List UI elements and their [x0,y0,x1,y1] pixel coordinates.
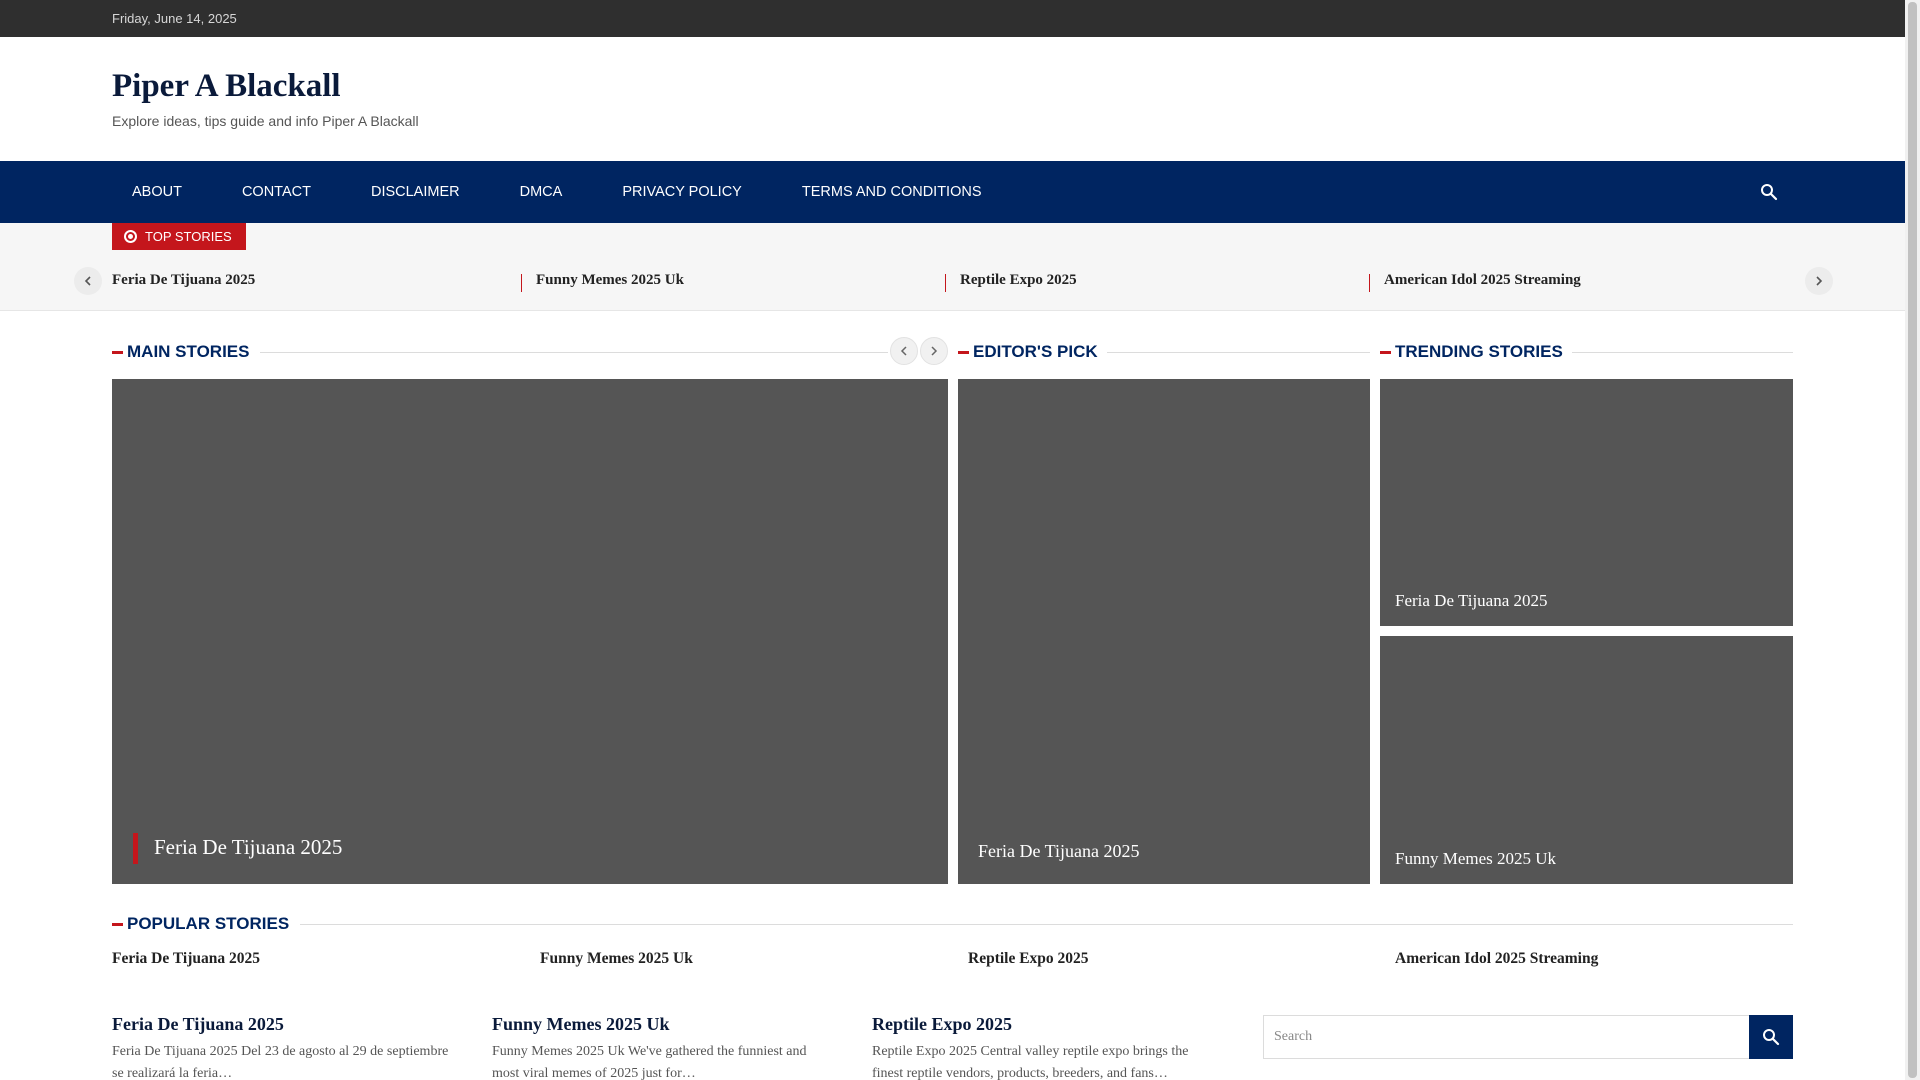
chevron-left-icon [900,346,907,356]
section-divider [1107,352,1370,353]
trending-title[interactable]: Feria De Tijuana 2025 [1395,591,1548,611]
editors-pick-card[interactable]: Feria De Tijuana 2025 [958,379,1370,884]
ticker-item[interactable]: Reptile Expo 2025 [960,272,1077,289]
search-submit-button[interactable] [1749,1015,1793,1059]
chevron-left-icon [84,276,91,286]
main-stories-prev-button[interactable] [890,337,918,365]
nav-item-contact[interactable]: CONTACT [242,184,311,200]
nav-item-privacy-policy[interactable]: PRIVACY POLICY [622,184,742,200]
radio-icon [124,230,137,243]
site-branding: Piper A Blackall Explore ideas, tips gui… [112,68,419,129]
top-stories-badge: TOP STORIES [112,223,246,250]
main-stories-next-button[interactable] [920,337,948,365]
post-excerpt: Feria De Tijuana 2025 Del 23 de agosto a… [112,1044,449,1080]
trending-card[interactable]: Feria De Tijuana 2025 [1380,379,1793,626]
nav-item-disclaimer[interactable]: DISCLAIMER [371,184,460,200]
trending-title[interactable]: Funny Memes 2025 Uk [1395,849,1556,869]
section-divider [260,352,888,353]
post-excerpt: Reptile Expo 2025 Central valley reptile… [872,1044,1189,1080]
search-icon[interactable] [1760,183,1778,201]
top-stories-ticker: TOP STORIES Feria De Tijuana 2025 Funny … [0,223,1905,311]
chevron-right-icon [1816,276,1823,286]
main-navigation: ABOUT CONTACT DISCLAIMER DMCA PRIVACY PO… [0,161,1905,223]
section-title-main-stories: MAIN STORIES [112,342,249,362]
section-title-editors-pick: EDITOR'S PICK [958,342,1098,362]
post-item: Feria De Tijuana 2025 Feria De Tijuana 2… [112,1014,452,1080]
ticker-item[interactable]: Funny Memes 2025 Uk [536,272,684,289]
ticker-next-button[interactable] [1805,267,1833,295]
post-item: Funny Memes 2025 Uk Funny Memes 2025 Uk … [492,1014,832,1080]
nav-item-dmca[interactable]: DMCA [520,184,563,200]
current-date: Friday, June 14, 2025 [112,11,237,26]
ticker-separator [521,274,522,292]
post-title[interactable]: Reptile Expo 2025 [872,1014,1212,1035]
popular-item[interactable]: American Idol 2025 Streaming [1395,950,1598,968]
ticker-item[interactable]: American Idol 2025 Streaming [1384,272,1581,289]
search-input[interactable] [1264,1016,1750,1058]
popular-item[interactable]: Funny Memes 2025 Uk [540,950,693,968]
ticker-separator [1369,274,1370,292]
post-excerpt: Funny Memes 2025 Uk We've gathered the f… [492,1044,807,1080]
sidebar-search [1263,1015,1793,1059]
ticker-separator [945,274,946,292]
page-scrollbar[interactable] [1905,0,1920,1080]
search-icon [1763,1029,1780,1046]
main-story-title[interactable]: Feria De Tijuana 2025 [154,835,342,860]
scrollbar-thumb[interactable] [1908,2,1917,1078]
main-story-card[interactable]: Feria De Tijuana 2025 [112,379,948,884]
top-stories-label: TOP STORIES [145,229,232,244]
section-title-trending-stories: TRENDING STORIES [1380,342,1563,362]
section-divider [300,924,1793,925]
top-bar: Friday, June 14, 2025 [0,0,1905,37]
popular-item[interactable]: Reptile Expo 2025 [968,950,1089,968]
site-tagline: Explore ideas, tips guide and info Piper… [112,113,419,129]
trending-card[interactable]: Funny Memes 2025 Uk [1380,636,1793,884]
post-item: Reptile Expo 2025 Reptile Expo 2025 Cent… [872,1014,1212,1080]
ticker-item[interactable]: Feria De Tijuana 2025 [112,272,255,289]
editors-pick-title[interactable]: Feria De Tijuana 2025 [978,841,1140,862]
post-title[interactable]: Feria De Tijuana 2025 [112,1014,452,1035]
nav-item-about[interactable]: ABOUT [132,184,182,200]
post-title[interactable]: Funny Memes 2025 Uk [492,1014,832,1035]
ticker-prev-button[interactable] [74,267,102,295]
popular-item[interactable]: Feria De Tijuana 2025 [112,950,260,968]
site-title[interactable]: Piper A Blackall [112,68,419,105]
section-divider [1572,352,1793,353]
chevron-right-icon [931,346,938,356]
section-title-popular-stories: POPULAR STORIES [112,914,289,934]
nav-item-terms[interactable]: TERMS AND CONDITIONS [802,184,982,200]
page: Friday, June 14, 2025 Piper A Blackall E… [0,0,1905,1080]
